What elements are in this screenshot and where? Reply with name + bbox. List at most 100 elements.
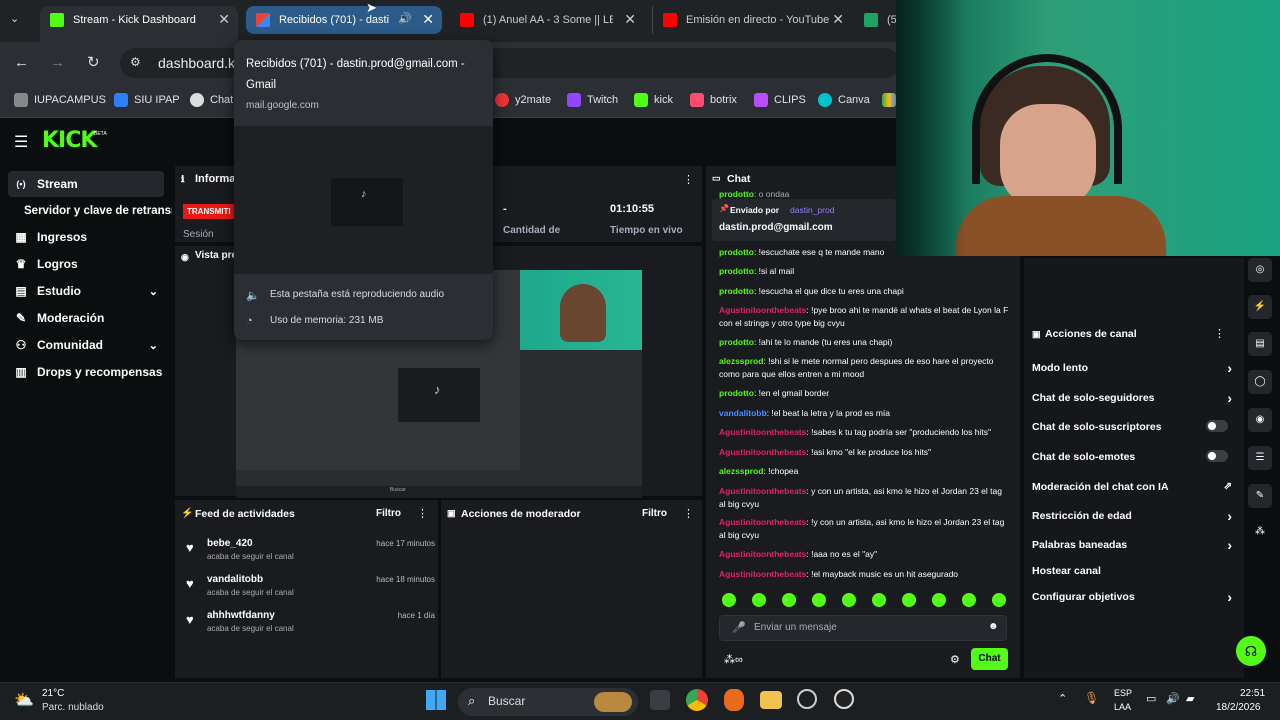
volume-icon[interactable]: 🔊 [1166,692,1180,705]
chat-username[interactable]: alezssprod [719,356,763,366]
emote-icon[interactable] [932,593,946,607]
sidebar-item-estudio[interactable]: ▤ Estudio ⌄ [8,278,164,304]
camera-icon[interactable]: ◎ [1248,258,1272,282]
bookmark-kick[interactable]: kick [634,93,673,107]
windows-start-icon[interactable] [426,690,446,710]
tray-chevron-icon[interactable]: ⌃ [1058,692,1067,705]
language-label[interactable]: ESP [1114,688,1132,698]
emote-icon[interactable] [782,593,796,607]
activity-user[interactable]: bebe_420 [207,538,253,549]
chat-username[interactable]: Agustinitoonthebeats [719,305,806,315]
sidebar-item-comunidad[interactable]: ⚇ Comunidad ⌄ [8,332,164,358]
chat-username[interactable]: prodotto [719,247,754,257]
chat-settings-icon[interactable]: ⚙ [950,653,960,666]
forward-icon[interactable]: → [50,54,65,71]
tab-youtube-live[interactable]: Emisión en directo - YouTube ✕ [652,6,852,34]
bookmark-clips[interactable]: CLIPS [754,93,806,107]
emote-icon[interactable] [902,593,916,607]
menu-item-hostear-canal[interactable]: Hostear canal [1032,565,1232,577]
emote-icon[interactable] [812,593,826,607]
emote-icon[interactable] [752,593,766,607]
close-tab-icon[interactable]: ✕ [422,11,434,28]
sidebar-item-server-key[interactable]: Servidor y clave de retransmisión [18,198,172,224]
menu-item-solo-seguidores[interactable]: Chat de solo-seguidores › [1032,390,1232,406]
toggle-switch[interactable] [1206,420,1228,432]
app-icon[interactable] [724,689,744,711]
bookmark-y2mate[interactable]: y2mate [495,93,551,107]
menu-item-configurar-objetivos[interactable]: Configurar objetivos › [1032,589,1232,605]
menu-item-solo-emotes[interactable]: Chat de solo-emotes [1032,450,1232,463]
site-settings-icon[interactable]: ⚙ [130,55,141,69]
menu-icon[interactable]: ☰ [14,132,28,152]
more-options-icon[interactable]: ⋮ [683,507,694,520]
more-options-icon[interactable]: ⋮ [1214,327,1225,340]
kick-logo[interactable]: KICK [42,128,97,153]
chat-username[interactable]: prodotto [719,266,754,276]
tab-anuel-youtube[interactable]: (1) Anuel AA - 3 Some || LETRA ✕ [450,6,644,34]
more-options-icon[interactable]: ⋮ [683,173,694,186]
activity-user[interactable]: ahhhwtfdanny [207,610,275,621]
emote-icon[interactable] [842,593,856,607]
more-options-icon[interactable]: ⋮ [417,507,428,520]
network-icon[interactable]: ▭ [1146,692,1156,705]
bookmark-canva[interactable]: Canva [818,93,870,107]
taskbar-search[interactable]: ⌕ Buscar [458,688,638,716]
broadcast-icon[interactable]: ◉ [1248,408,1272,432]
notes-icon[interactable]: ▤ [1248,332,1272,356]
chat-username[interactable]: vandalitobb [719,408,767,418]
close-tab-icon[interactable]: ✕ [624,11,636,28]
list-icon[interactable]: ☰ [1248,446,1272,470]
menu-item-moderacion-ia[interactable]: Moderación del chat con IA ⇗ [1032,481,1232,493]
bookmark-botrix[interactable]: botrix [690,93,737,107]
sidebar-item-drops[interactable]: ▥ Drops y recompensas [8,359,164,385]
toggle-switch[interactable] [1206,450,1228,462]
clock-time[interactable]: 22:51 [1240,688,1265,699]
chat-username[interactable]: Agustinitoonthebeats [719,427,806,437]
bookmark-iupacampus[interactable]: IUPACAMPUS [14,93,106,107]
emote-icon[interactable] [962,593,976,607]
app-icon[interactable] [797,689,817,709]
mic-icon[interactable]: 🎤 [732,621,746,634]
back-icon[interactable]: ← [14,54,29,71]
mod-filter-button[interactable]: Filtro [642,508,667,519]
media-player-icon[interactable] [834,689,854,709]
chat-send-button[interactable]: Chat [971,648,1008,670]
file-explorer-icon[interactable] [760,691,782,709]
close-tab-icon[interactable]: ✕ [218,11,230,28]
lightning-icon[interactable]: ⚡ [1248,295,1272,319]
tab-list-dropdown-icon[interactable]: ⌄ [10,12,19,25]
close-tab-icon[interactable]: ✕ [832,11,844,28]
pinned-user[interactable]: dastin_prod [790,205,834,215]
chat-username[interactable]: Agustinitoonthebeats [719,569,806,579]
emote-icon[interactable] [992,593,1006,607]
bookmark-twitch[interactable]: Twitch [567,93,618,107]
emote-icon[interactable] [872,593,886,607]
chat-username[interactable]: prodotto [719,286,754,296]
chat-username[interactable]: Agustinitoonthebeats [719,549,806,559]
chat-username[interactable]: Agustinitoonthebeats [719,447,806,457]
reload-icon[interactable]: ↻ [87,53,100,71]
wrench-icon[interactable]: ✎ [1248,484,1272,508]
sidebar-item-moderacion[interactable]: ✎ Moderación [8,305,164,331]
weather-temp[interactable]: 21°C [42,688,64,699]
bookmark-chat[interactable]: Chat [190,93,233,107]
menu-item-solo-suscriptores[interactable]: Chat de solo-suscriptores [1032,420,1232,433]
chat-username[interactable]: prodotto [719,388,754,398]
tab-gmail[interactable]: Recibidos (701) - dastin.p 🔊 ✕ [246,6,442,34]
speaker-icon[interactable]: 🔊 [398,12,412,25]
battery-icon[interactable]: ▰ [1186,692,1194,705]
chrome-icon[interactable] [686,689,708,711]
points-icon[interactable]: ⁂∞ [724,653,743,666]
activity-user[interactable]: vandalitobb [207,574,263,585]
sidebar-item-stream[interactable]: (•) Stream [8,171,164,197]
emoji-icon[interactable]: ☻ [988,621,999,632]
chat-bubble-icon[interactable]: ◯ [1248,370,1272,394]
tab-kick-dashboard[interactable]: Stream - Kick Dashboard ✕ [40,6,238,42]
support-headset-icon[interactable]: ☊ [1236,636,1266,666]
sidebar-item-logros[interactable]: ♛ Logros [8,251,164,277]
menu-item-modo-lento[interactable]: Modo lento › [1032,360,1232,376]
menu-item-restriccion-edad[interactable]: Restricción de edad › [1032,508,1232,524]
chat-username[interactable]: Agustinitoonthebeats [719,517,806,527]
chat-input[interactable]: 🎤 Enviar un mensaje ☻ [719,615,1007,641]
chat-username[interactable]: alezssprod [719,466,763,476]
